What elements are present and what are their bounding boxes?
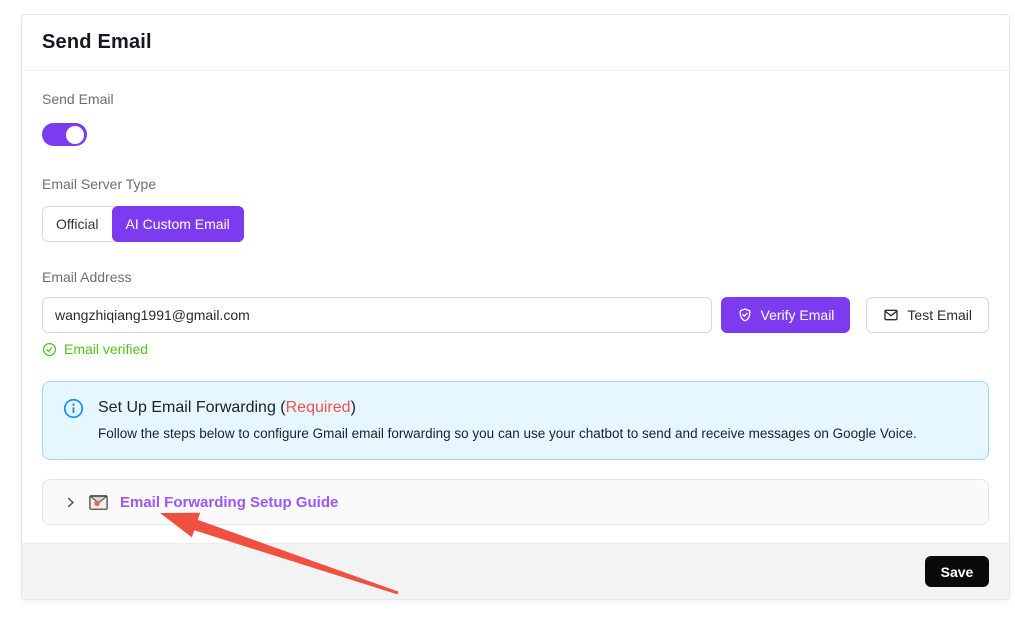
- server-type-option-official[interactable]: Official: [43, 207, 112, 241]
- test-email-button[interactable]: Test Email: [866, 297, 989, 333]
- toggle-knob: [66, 126, 84, 144]
- mail-icon: [883, 307, 899, 323]
- guide-title: Email Forwarding Setup Guide: [120, 494, 338, 511]
- server-type-label: Email Server Type: [42, 176, 989, 192]
- card-header: Send Email: [22, 15, 1009, 71]
- chevron-right-icon: [64, 496, 77, 509]
- email-forwarding-guide-accordion[interactable]: Email Forwarding Setup Guide: [42, 479, 989, 525]
- email-address-row: Verify Email Test Email: [42, 297, 989, 333]
- save-button[interactable]: Save: [925, 556, 989, 587]
- shield-check-icon: [737, 307, 753, 323]
- email-verified-label: Email verified: [64, 341, 148, 357]
- verify-email-label: Verify Email: [761, 307, 835, 323]
- alert-description: Follow the steps below to configure Gmai…: [98, 426, 917, 442]
- server-type-segmented: Official AI Custom Email: [42, 206, 244, 242]
- alert-required-text: Required: [286, 399, 351, 416]
- send-email-toggle-label: Send Email: [42, 91, 989, 107]
- alert-title-prefix: Set Up Email Forwarding (: [98, 399, 286, 416]
- info-icon: [63, 398, 84, 442]
- send-email-toggle[interactable]: [42, 123, 87, 146]
- email-forwarding-alert: Set Up Email Forwarding (Required) Follo…: [42, 381, 989, 460]
- alert-title: Set Up Email Forwarding (Required): [98, 398, 917, 418]
- server-type-option-ai-custom-email[interactable]: AI Custom Email: [112, 206, 244, 242]
- card-footer: Save: [22, 543, 1009, 599]
- send-email-card: Send Email Send Email Email Server Type …: [21, 14, 1010, 600]
- check-circle-icon: [42, 342, 57, 357]
- page-title: Send Email: [42, 31, 152, 54]
- verify-email-button[interactable]: Verify Email: [721, 297, 851, 333]
- email-envelope-icon: [89, 495, 108, 510]
- email-address-input[interactable]: [42, 297, 712, 333]
- alert-content: Set Up Email Forwarding (Required) Follo…: [98, 398, 917, 442]
- test-email-label: Test Email: [907, 307, 972, 323]
- alert-title-suffix: ): [351, 399, 356, 416]
- email-address-label: Email Address: [42, 269, 989, 285]
- email-verified-status: Email verified: [42, 341, 989, 357]
- card-body: Send Email Email Server Type Official AI…: [22, 71, 1009, 545]
